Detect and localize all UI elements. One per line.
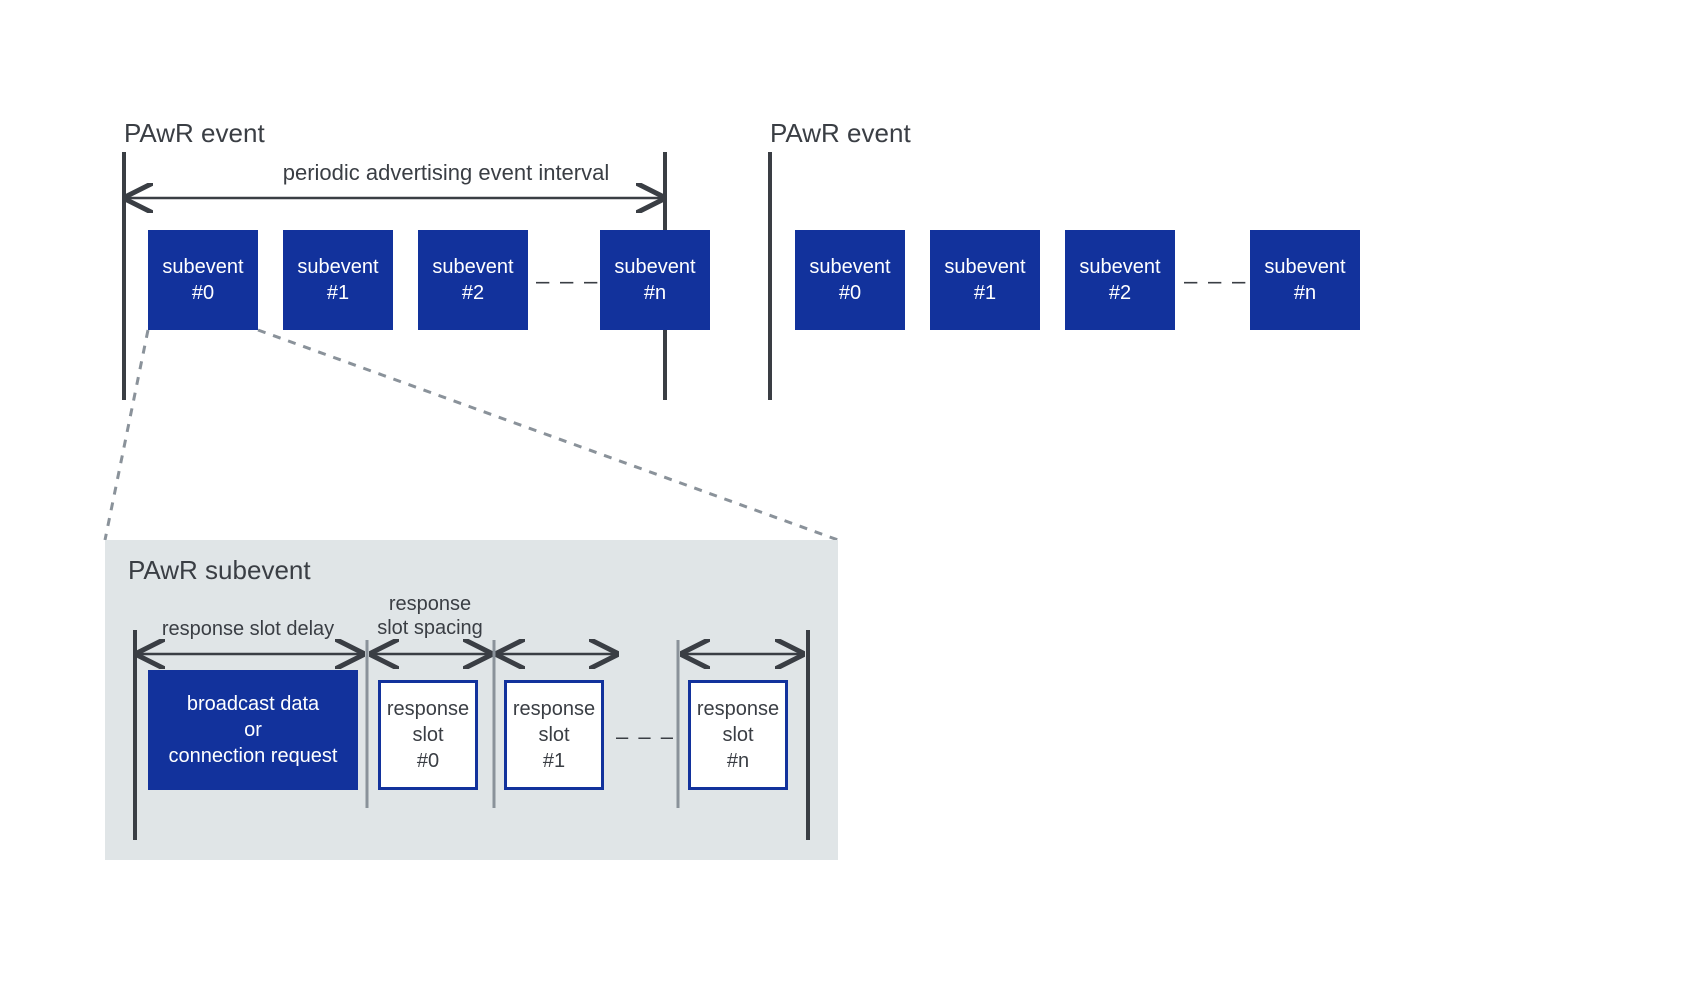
slot-l2: slot: [722, 722, 753, 748]
subevent-label: subevent: [297, 254, 378, 280]
subevent-label: subevent: [162, 254, 243, 280]
subevent-num: #n: [1294, 280, 1316, 306]
slot-l3: #1: [543, 748, 565, 774]
subevent-num: #2: [462, 280, 484, 306]
subevent-num: #1: [974, 280, 996, 306]
broadcast-l3: connection request: [168, 743, 337, 769]
broadcast-l1: broadcast data: [187, 691, 319, 717]
subevent-box-1b: subevent #1: [930, 230, 1040, 330]
subevent-label: subevent: [614, 254, 695, 280]
subevent-num: #0: [839, 280, 861, 306]
spacing-label-l2: slot spacing: [370, 616, 490, 640]
subevent-box-2a: subevent #2: [418, 230, 528, 330]
subevent-label: subevent: [944, 254, 1025, 280]
subevent-label: subevent: [809, 254, 890, 280]
event2-title: PAwR event: [770, 118, 911, 149]
slot-l2: slot: [538, 722, 569, 748]
subevent-num: #n: [644, 280, 666, 306]
response-slot-n: response slot #n: [688, 680, 788, 790]
spacing-label: response slot spacing: [370, 592, 490, 640]
subevent-num: #2: [1109, 280, 1131, 306]
interval-label: periodic advertising event interval: [124, 160, 768, 186]
slot-l3: #n: [727, 748, 749, 774]
slot-l1: response: [697, 696, 779, 722]
delay-label: response slot delay: [148, 618, 348, 641]
subevent-label: subevent: [432, 254, 513, 280]
subevent-title: PAwR subevent: [128, 555, 311, 586]
slot-l1: response: [513, 696, 595, 722]
top-ellipsis-b: – – –: [1184, 268, 1247, 296]
subevent-box-2b: subevent #2: [1065, 230, 1175, 330]
subevent-num: #0: [192, 280, 214, 306]
slot-l1: response: [387, 696, 469, 722]
broadcast-box: broadcast data or connection request: [148, 670, 358, 790]
slot-l3: #0: [417, 748, 439, 774]
sep-3: [0, 0, 300, 150]
diagram-canvas: PAwR event PAwR event periodic advertisi…: [0, 0, 1707, 992]
subevent-box-nb: subevent #n: [1250, 230, 1360, 330]
slot-l2: slot: [412, 722, 443, 748]
broadcast-l2: or: [244, 717, 262, 743]
spacing-label-l1: response: [370, 592, 490, 616]
sub-ellipsis: – – –: [616, 724, 675, 750]
response-slot-0: response slot #0: [378, 680, 478, 790]
subevent-num: #1: [327, 280, 349, 306]
subevent-label: subevent: [1079, 254, 1160, 280]
subevent-box-0b: subevent #0: [795, 230, 905, 330]
subevent-box-na: subevent #n: [600, 230, 710, 330]
subevent-label: subevent: [1264, 254, 1345, 280]
subevent-box-1a: subevent #1: [283, 230, 393, 330]
top-ellipsis-a: – – –: [536, 268, 599, 296]
response-slot-1: response slot #1: [504, 680, 604, 790]
subevent-box-0a: subevent #0: [148, 230, 258, 330]
